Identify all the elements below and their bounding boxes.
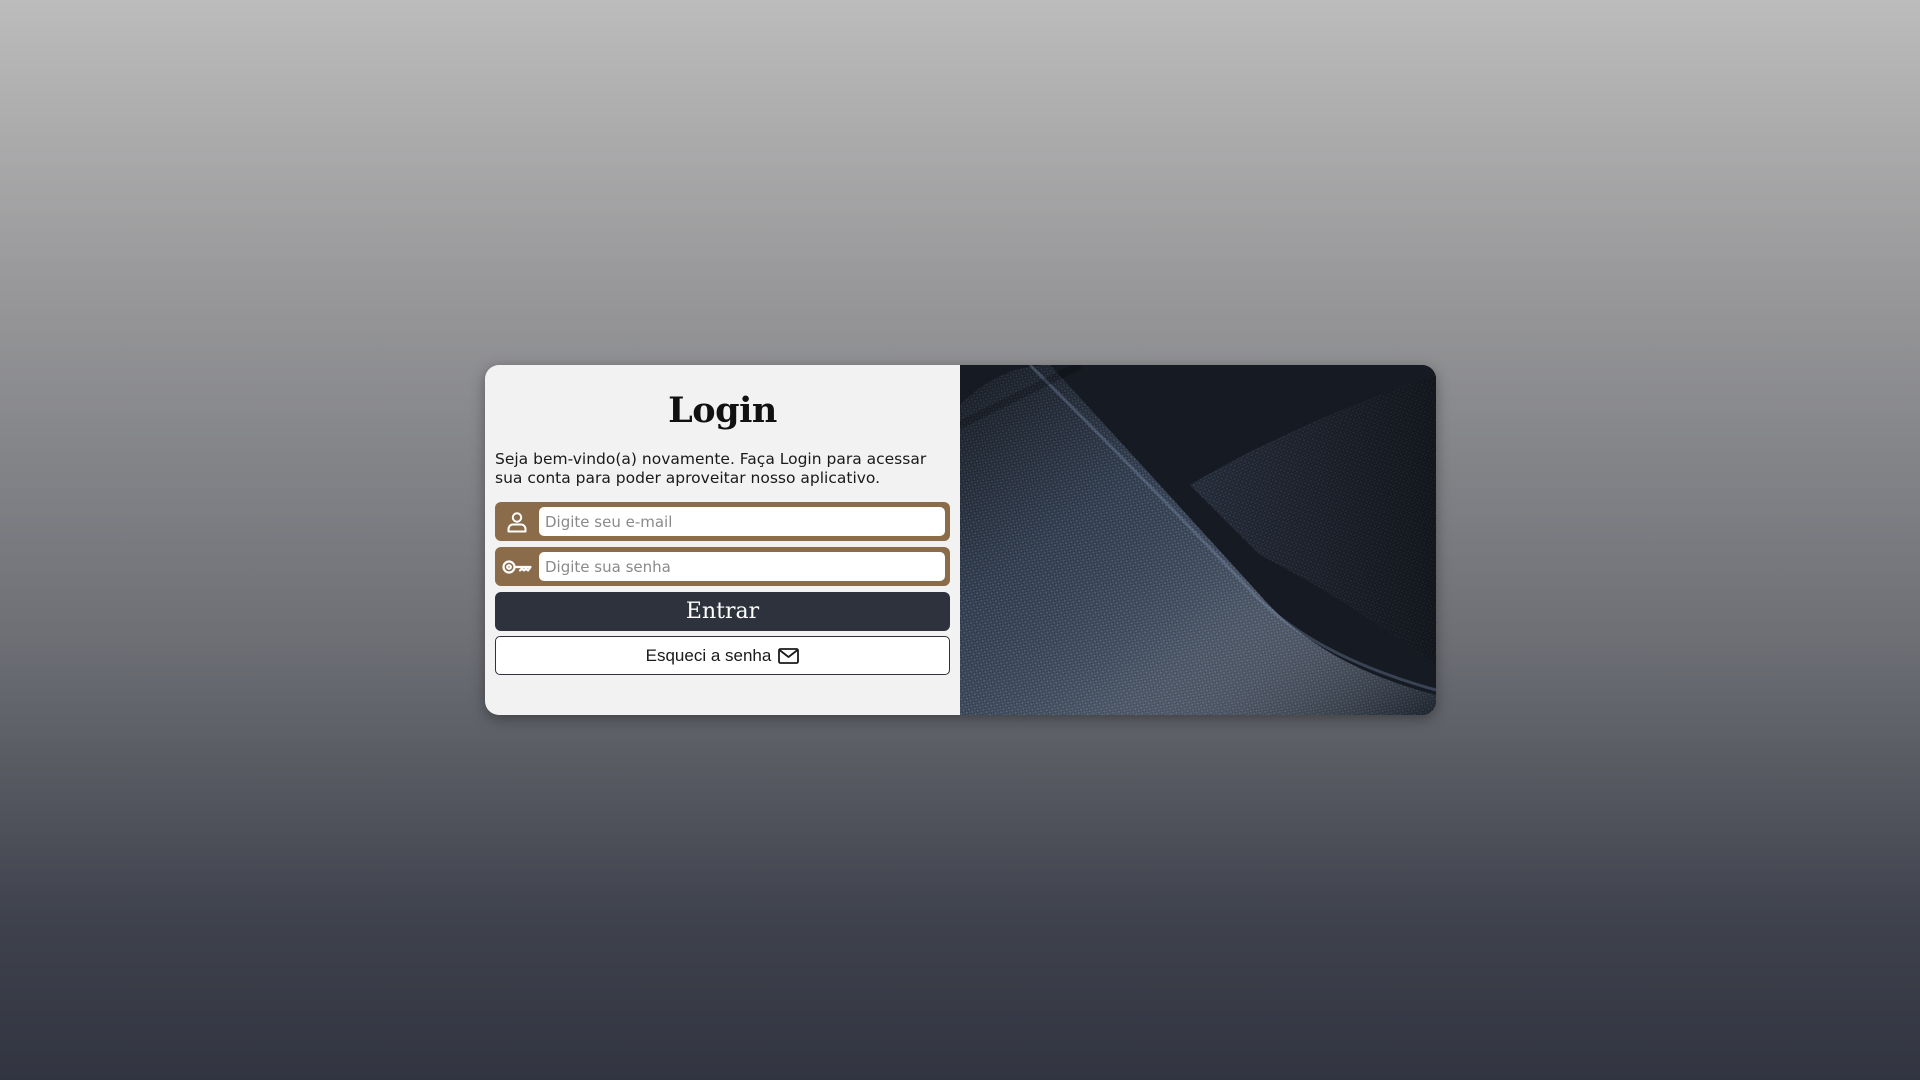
login-button[interactable]: Entrar <box>495 592 950 631</box>
login-card: Login Seja bem-vindo(a) novamente. Faça … <box>485 365 1436 715</box>
email-field-group <box>495 502 950 541</box>
email-input[interactable] <box>539 507 945 536</box>
welcome-text: Seja bem-vindo(a) novamente. Faça Login … <box>495 450 927 487</box>
forgot-password-label: Esqueci a senha <box>645 645 772 665</box>
fabric-image <box>960 365 1436 715</box>
page-title: Login <box>668 390 777 431</box>
login-form-panel: Login Seja bem-vindo(a) novamente. Faça … <box>485 365 960 715</box>
forgot-password-button[interactable]: Esqueci a senha <box>495 636 950 675</box>
password-field-group <box>495 547 950 586</box>
password-input[interactable] <box>539 552 945 581</box>
user-icon <box>499 507 535 537</box>
mail-icon <box>778 647 800 664</box>
key-icon <box>499 552 535 582</box>
